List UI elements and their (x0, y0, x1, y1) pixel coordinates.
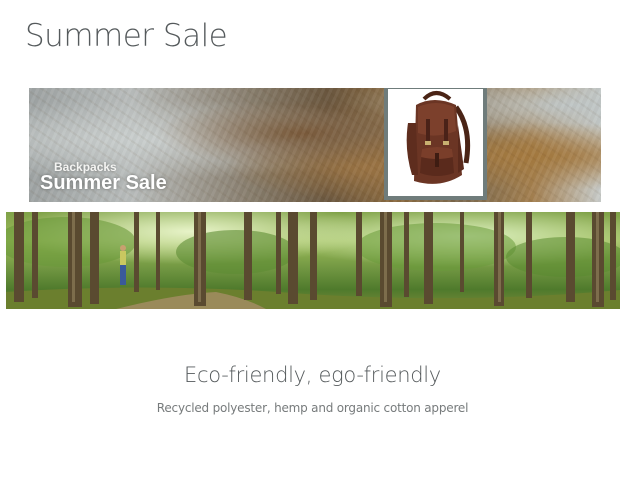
page-title: Summer Sale (25, 18, 228, 54)
banner-title: Summer Sale (40, 172, 167, 194)
forest-trees-illustration (6, 212, 620, 309)
forest-path-image[interactable] (6, 212, 620, 309)
section-subtext: Recycled polyester, hemp and organic cot… (156, 401, 469, 415)
backpack-icon (406, 91, 471, 184)
section-heading: Eco-friendly, ego-friendly (184, 363, 441, 387)
product-image-frame[interactable] (384, 88, 487, 200)
summer-sale-banner[interactable]: Backpacks Summer Sale (29, 88, 601, 202)
